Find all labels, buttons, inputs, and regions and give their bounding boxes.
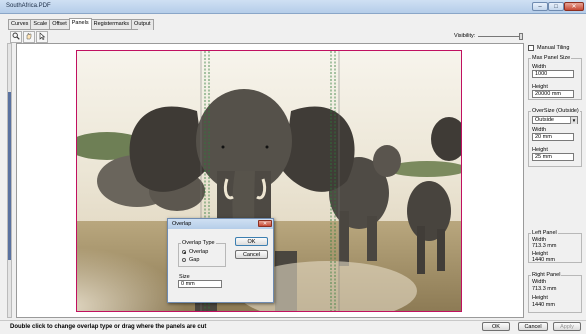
right-panel-title: Right Panel	[531, 272, 562, 278]
minimize-button[interactable]: –	[532, 2, 548, 11]
visibility-slider[interactable]	[478, 36, 522, 37]
magnifier-icon[interactable]	[10, 31, 22, 43]
overlap-radio-label: Overlap	[189, 249, 209, 255]
overlap-dialog: Overlap ✕ Overlap Type Overlap Gap Size …	[167, 218, 274, 303]
window-title: SouthAfrica.PDF	[6, 3, 51, 9]
dialog-close-button[interactable]: ✕	[258, 220, 272, 227]
overlap-type-title: Overlap Type	[181, 240, 216, 246]
status-message: Double click to change overlap type or d…	[10, 324, 207, 330]
chevron-down-icon[interactable]: ▼	[570, 117, 577, 124]
footer-ok-button[interactable]: OK	[482, 322, 510, 331]
visibility-slider-thumb[interactable]	[519, 33, 523, 40]
tab-strip: Curves Scale Offset Panels Registermarks…	[8, 18, 154, 30]
left-panel-width-value: 713.3 mm	[532, 243, 557, 249]
toolbar	[10, 31, 48, 43]
max-width-input[interactable]: 1000	[532, 70, 574, 78]
oversize-title: OverSize (Outside)	[531, 108, 580, 114]
tab-panels[interactable]: Panels	[68, 18, 92, 30]
hand-icon[interactable]	[23, 31, 35, 43]
scrollbar-thumb[interactable]	[8, 92, 11, 260]
oversize-mode-select[interactable]: Outside ▼	[532, 116, 578, 124]
oversize-height-input[interactable]: 25 mm	[532, 153, 574, 161]
visibility-label: Visibility:	[454, 33, 476, 39]
right-panel-width-label: Width	[532, 279, 547, 285]
title-bar	[0, 0, 586, 14]
left-panel-title: Left Panel	[531, 230, 558, 236]
right-panel-height-label: Height	[532, 295, 548, 301]
oversize-width-input[interactable]: 20 mm	[532, 133, 574, 141]
maximize-button[interactable]: □	[548, 2, 564, 11]
pointer-icon[interactable]	[36, 31, 48, 43]
close-button[interactable]: ✕	[564, 2, 584, 11]
ok-button[interactable]: OK	[235, 237, 268, 246]
footer-apply-button[interactable]: Apply	[553, 322, 581, 331]
cancel-button[interactable]: Cancel	[235, 250, 268, 259]
right-panel-width-value: 713.3 mm	[532, 286, 557, 292]
overlap-radio[interactable]	[182, 250, 186, 254]
oversize-mode-value: Outside	[535, 117, 554, 123]
max-panel-size-title: Max Panel Size	[531, 55, 572, 61]
gap-radio[interactable]	[182, 258, 186, 262]
left-panel-height-value: 1440 mm	[532, 257, 555, 263]
footer-cancel-button[interactable]: Cancel	[518, 322, 548, 331]
overlap-type-group	[178, 243, 226, 267]
manual-tiling-label: Manual Tiling	[537, 45, 570, 51]
gap-radio-label: Gap	[189, 257, 200, 263]
manual-tiling-checkbox[interactable]	[528, 45, 534, 51]
right-panel-height-value: 1440 mm	[532, 302, 555, 308]
max-height-input[interactable]: 20000 mm	[532, 90, 574, 98]
dialog-title: Overlap	[172, 221, 192, 227]
size-input[interactable]: 0 mm	[178, 280, 222, 288]
